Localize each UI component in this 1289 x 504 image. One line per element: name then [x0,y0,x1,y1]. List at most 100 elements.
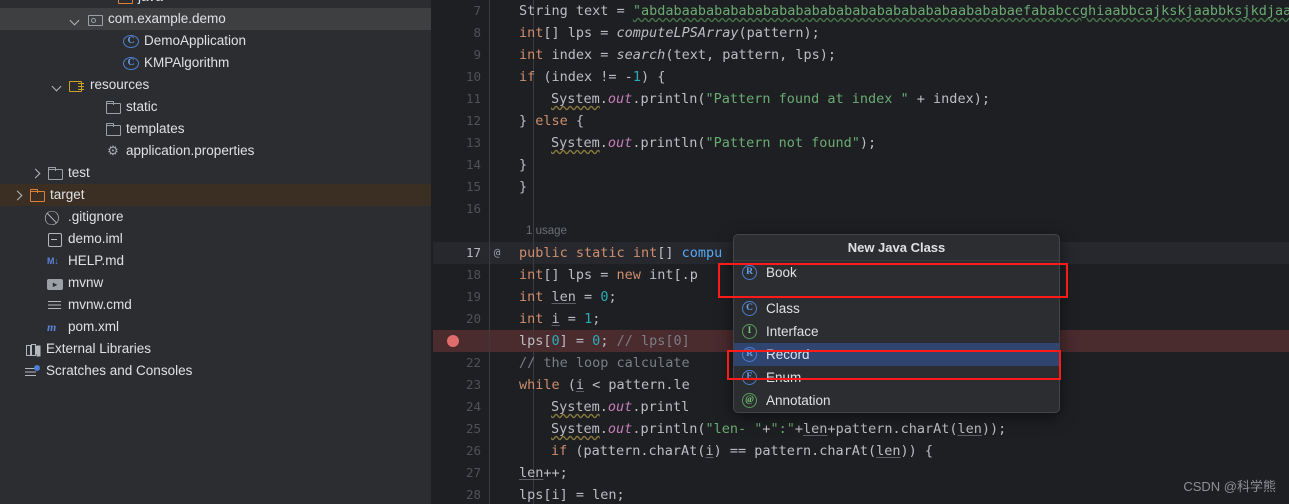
code-text[interactable]: System.out.println("Pattern found at ind… [519,88,990,110]
code-line-27[interactable]: 27 len++; [433,462,1289,484]
code-line-25[interactable]: 25 System.out.println("len- "+":"+len+pat… [433,418,1289,440]
code-text[interactable]: System.out.println("Pattern not found"); [519,132,876,154]
code-line-7[interactable]: 7 String text = "abdabaababababababababab… [433,0,1289,22]
code-text[interactable]: System.out.printl [519,396,689,418]
line-number[interactable]: 13 [433,132,487,154]
menu-item-enum[interactable]: E Enum [734,366,1059,389]
tree-item-label: com.example.demo [108,11,226,26]
code-line-9[interactable]: 9 int index = search(text, pattern, lps); [433,44,1289,66]
code-line-15[interactable]: 15} [433,176,1289,198]
code-text[interactable]: lps[0] = 0; // lps[0] [519,330,690,352]
line-number[interactable]: 10 [433,66,487,88]
new-java-class-popup[interactable]: New Java Class R Book C Class I Interface R Rec… [733,234,1060,413]
line-number[interactable]: 17 [433,242,487,264]
menu-item-class[interactable]: C Class [734,297,1059,320]
code-text[interactable]: lps[i] = len; [519,484,625,504]
code-text[interactable]: } else { [519,110,584,132]
chevron-down-icon[interactable] [52,80,63,91]
code-line-28[interactable]: 28 lps[i] = len; [433,484,1289,504]
tree-item-java[interactable]: java [0,0,432,8]
tree-item-mvnw-cmd[interactable]: mvnw.cmd [0,294,432,316]
project-tree[interactable]: java com.example.demo DemoApplication KMPAl… [0,0,432,382]
tree-item-pom-xml[interactable]: pom.xml [0,316,432,338]
line-number[interactable]: 9 [433,44,487,66]
line-number[interactable]: 15 [433,176,487,198]
code-line-13[interactable]: 13 System.out.println("Pattern not found"… [433,132,1289,154]
code-text[interactable]: int index = search(text, pattern, lps); [519,44,836,66]
line-number[interactable]: 11 [433,88,487,110]
menu-item-interface[interactable]: I Interface [734,320,1059,343]
tree-item-test[interactable]: test [0,162,432,184]
code-text[interactable]: int[] lps = new int[.p [519,264,698,286]
tree-item-demo-iml[interactable]: demo.iml [0,228,432,250]
line-number[interactable]: 7 [433,0,487,22]
line-number[interactable]: 22 [433,352,487,374]
menu-item-label: Enum [766,370,802,385]
line-number[interactable]: 19 [433,286,487,308]
java-class-icon [123,34,139,48]
tree-item-application-properties[interactable]: application.properties [0,140,432,162]
line-number[interactable]: 20 [433,308,487,330]
line-number[interactable]: 12 [433,110,487,132]
popup-menu-items[interactable]: R Book C Class I Interface R Record E Enum @ Annota… [734,261,1059,412]
code-text[interactable]: len++; [519,462,568,484]
line-number[interactable]: 8 [433,22,487,44]
code-line-11[interactable]: 11 System.out.println("Pattern found at i… [433,88,1289,110]
properties-gear-icon [105,143,121,159]
line-number[interactable]: 18 [433,264,487,286]
tree-item-mvnw[interactable]: mvnw [0,272,432,294]
code-line-26[interactable]: 26 if (pattern.charAt(i) == pattern.charA… [433,440,1289,462]
tree-item-com-example-demo[interactable]: com.example.demo [0,8,432,30]
code-text[interactable]: String text = "abdabaabababababababababa… [519,0,1289,22]
code-line-14[interactable]: 14} [433,154,1289,176]
breakpoint-icon[interactable] [447,335,459,347]
menu-item-annotation[interactable]: @ Annotation [734,389,1059,412]
code-text[interactable]: } [519,154,527,176]
code-text[interactable]: while (i < pattern.le [519,374,690,396]
record-icon: R [742,265,757,280]
code-text[interactable]: int[] lps = computeLPSArray(pattern); [519,22,820,44]
line-number[interactable]: 16 [433,198,487,220]
code-line-10[interactable]: 10 if (index != -1) { [433,66,1289,88]
chevron-right-icon[interactable] [12,190,23,201]
code-line-8[interactable]: 8 int[] lps = computeLPSArray(pattern); [433,22,1289,44]
code-line-12[interactable]: 12 } else { [433,110,1289,132]
tree-item-help-md[interactable]: HELP.md [0,250,432,272]
code-text[interactable]: if (pattern.charAt(i) == pattern.charAt(… [519,440,933,462]
tree-item-demoapplication[interactable]: DemoApplication [0,30,432,52]
line-number[interactable]: 24 [433,396,487,418]
code-text[interactable]: // the loop calculate [519,352,690,374]
external-libraries-icon [25,341,41,357]
usage-hint[interactable]: 1 usage [433,220,567,242]
menu-item-record[interactable]: R Record [734,343,1059,366]
line-number[interactable]: 23 [433,374,487,396]
code-text[interactable]: System.out.println("len- "+":"+len+patte… [519,418,1006,440]
line-number[interactable]: 26 [433,440,487,462]
chevron-right-icon[interactable] [30,168,41,179]
line-number[interactable]: 27 [433,462,487,484]
tree-item-static[interactable]: static [0,96,432,118]
tree-item-resources[interactable]: resources [0,74,432,96]
tree-item-kmpalgorithm[interactable]: KMPAlgorithm [0,52,432,74]
code-line-16[interactable]: 16 [433,198,1289,220]
chevron-down-icon[interactable] [70,14,81,25]
tree-item-external-libraries[interactable]: External Libraries [0,338,432,360]
code-text[interactable]: } [519,176,527,198]
code-text[interactable]: if (index != -1) { [519,66,665,88]
line-number[interactable]: 25 [433,418,487,440]
tree-item-target[interactable]: target [0,184,432,206]
tree-item-templates[interactable]: templates [0,118,432,140]
tree-item-scratches-and-consoles[interactable]: Scratches and Consoles [0,360,432,382]
code-text[interactable]: int i = 1; [519,308,600,330]
line-number[interactable]: 28 [433,484,487,504]
menu-item-book[interactable]: R Book [734,261,1059,284]
project-tree-panel[interactable]: java com.example.demo DemoApplication KMPAl… [0,0,432,504]
code-text[interactable]: public static int[] compu [519,242,722,264]
code-text[interactable]: int len = 0; [519,286,617,308]
tree-item--gitignore[interactable]: .gitignore [0,206,432,228]
override-marker-icon[interactable]: @ [487,242,507,264]
line-number[interactable]: 14 [433,154,487,176]
